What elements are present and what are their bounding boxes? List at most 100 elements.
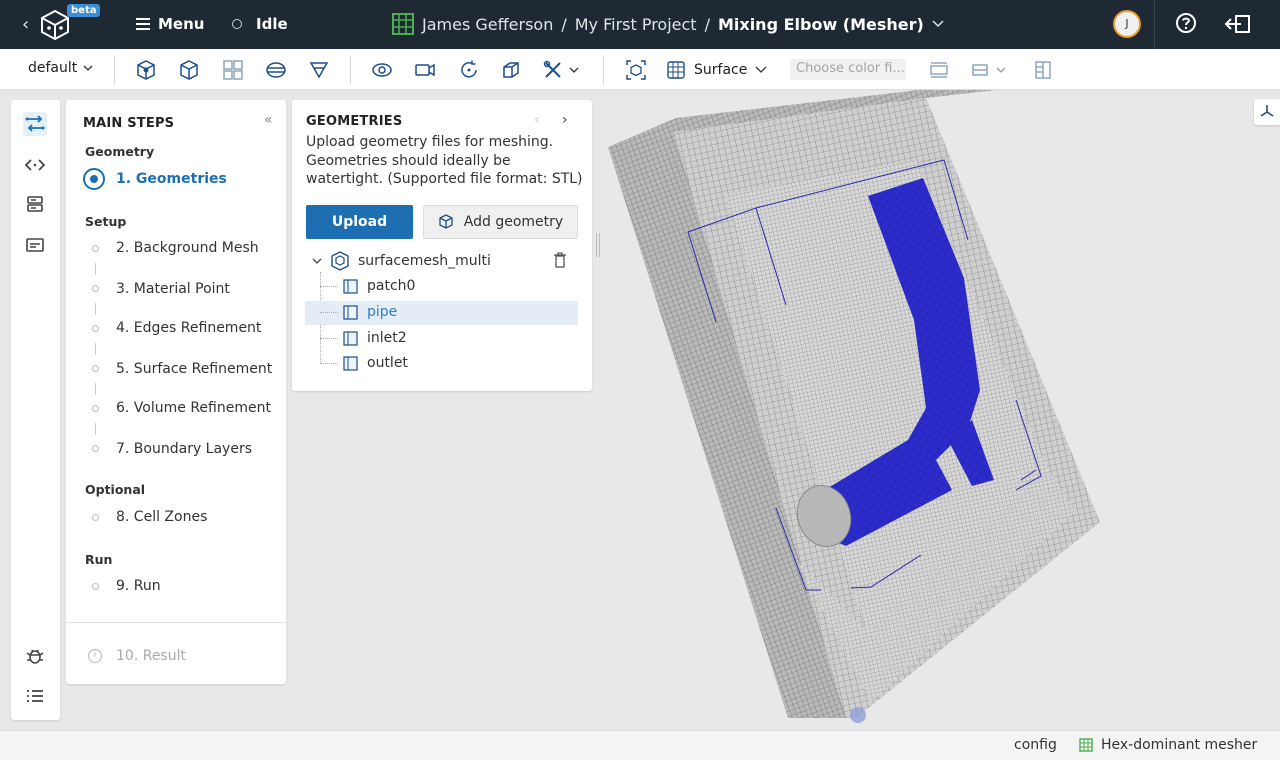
step-boundary-layers[interactable]: 7. Boundary Layers bbox=[116, 441, 252, 457]
chevron-down-icon[interactable] bbox=[568, 59, 580, 81]
tree-dash bbox=[320, 363, 338, 364]
group-label-geometry: Geometry bbox=[85, 144, 155, 159]
step-material-point[interactable]: 3. Material Point bbox=[116, 281, 230, 297]
menu-button[interactable]: Menu bbox=[136, 15, 204, 33]
rail-debug-button[interactable] bbox=[23, 644, 47, 668]
mesh-render bbox=[608, 90, 1100, 723]
view-preset-value: default bbox=[28, 60, 78, 76]
filter-icon[interactable] bbox=[308, 59, 330, 81]
group-label-setup: Setup bbox=[85, 214, 127, 229]
server-icon bbox=[27, 196, 43, 212]
panel-split-icon[interactable] bbox=[1032, 59, 1054, 81]
rail-code-button[interactable] bbox=[23, 153, 47, 177]
step-bullet-icon bbox=[92, 445, 99, 452]
add-geometry-label: Add geometry bbox=[463, 214, 564, 230]
step-bullet-icon bbox=[92, 514, 99, 521]
step-cell-zones[interactable]: 8. Cell Zones bbox=[116, 509, 207, 525]
step-edges-refinement[interactable]: 4. Edges Refinement bbox=[116, 320, 261, 336]
geometry-root-label: surfacemesh_multi bbox=[358, 253, 491, 269]
globe-grid-icon bbox=[667, 61, 685, 79]
step-connector bbox=[95, 263, 96, 275]
code-icon bbox=[25, 159, 45, 171]
render-mode-select[interactable]: Surface bbox=[666, 60, 767, 80]
cube-wire-icon[interactable] bbox=[178, 59, 200, 81]
rotate-icon[interactable] bbox=[458, 59, 480, 81]
box-icon[interactable] bbox=[500, 59, 522, 81]
mesher-type[interactable]: Hex-dominant mesher bbox=[1079, 737, 1257, 753]
hamburger-icon bbox=[136, 18, 150, 30]
step-connector bbox=[95, 383, 96, 395]
top-bar: ‹ beta Menu Idle James Gefferson / My Fi… bbox=[0, 0, 1280, 49]
job-status: Idle bbox=[232, 15, 288, 33]
view-preset-select[interactable]: default bbox=[28, 60, 93, 76]
step-geometries[interactable]: 1. Geometries bbox=[116, 171, 227, 187]
help-icon[interactable] bbox=[1175, 12, 1197, 34]
view-toolbar: default Surface Choose color fi... bbox=[0, 49, 1280, 90]
breadcrumb-job[interactable]: Mixing Elbow (Mesher) bbox=[718, 15, 924, 34]
render-mode-value: Surface bbox=[694, 62, 748, 78]
cube-solid-icon[interactable] bbox=[135, 59, 157, 81]
breadcrumb[interactable]: James Gefferson / My First Project / Mix… bbox=[392, 13, 944, 35]
avatar[interactable]: J bbox=[1113, 10, 1141, 38]
trash-icon[interactable] bbox=[553, 252, 567, 268]
toolbar-divider bbox=[114, 55, 115, 85]
rail-list-button[interactable] bbox=[23, 684, 47, 708]
clip-plane-icon[interactable] bbox=[265, 59, 287, 81]
exit-icon[interactable] bbox=[1224, 13, 1252, 35]
tree-item-pipe[interactable]: pipe bbox=[305, 301, 578, 325]
step-background-mesh[interactable]: 2. Background Mesh bbox=[116, 240, 259, 256]
status-label: Idle bbox=[256, 15, 288, 33]
step-active-radio-icon bbox=[83, 168, 105, 190]
tree-item-label: patch0 bbox=[367, 278, 416, 294]
topbar-divider bbox=[1154, 0, 1155, 49]
chevron-down-icon bbox=[83, 65, 93, 71]
step-surface-refinement[interactable]: 5. Surface Refinement bbox=[116, 361, 272, 377]
scalar-bar-icon[interactable] bbox=[928, 59, 950, 81]
camera-icon[interactable] bbox=[414, 59, 436, 81]
chevron-down-icon[interactable] bbox=[312, 257, 322, 265]
menu-label: Menu bbox=[158, 15, 205, 33]
tree-item-label: inlet2 bbox=[367, 330, 407, 346]
rail-server-button[interactable] bbox=[23, 192, 47, 216]
status-dot-icon bbox=[232, 19, 242, 29]
tree-item-outlet[interactable]: outlet bbox=[305, 352, 578, 376]
step-run[interactable]: 9. Run bbox=[116, 578, 161, 594]
rail-steps-button[interactable] bbox=[23, 112, 47, 136]
geometries-title: GEOMETRIES bbox=[306, 114, 403, 129]
tree-item-patch0[interactable]: patch0 bbox=[305, 275, 578, 299]
tools-icon[interactable] bbox=[542, 59, 564, 81]
step-bullet-icon bbox=[92, 583, 99, 590]
chevron-down-icon[interactable] bbox=[932, 20, 944, 28]
mesher-grid-icon bbox=[392, 13, 414, 35]
patch-file-icon bbox=[343, 331, 358, 346]
back-chevron-icon[interactable]: ‹ bbox=[22, 14, 29, 35]
collapse-panel-icon[interactable]: « bbox=[264, 112, 273, 128]
prev-step-chevron-icon: ‹ bbox=[534, 112, 540, 128]
tree-item-inlet2[interactable]: inlet2 bbox=[305, 327, 578, 351]
upload-button[interactable]: Upload bbox=[306, 205, 413, 239]
breadcrumb-project[interactable]: My First Project bbox=[575, 15, 697, 34]
step-volume-refinement[interactable]: 6. Volume Refinement bbox=[116, 400, 271, 416]
fit-view-icon[interactable] bbox=[625, 59, 647, 81]
breadcrumb-separator: / bbox=[561, 14, 567, 34]
next-step-chevron-icon[interactable]: › bbox=[562, 112, 568, 128]
axes-orientation-button[interactable] bbox=[1254, 99, 1280, 125]
geometry-tree-root[interactable]: surfacemesh_multi bbox=[312, 251, 491, 271]
chevron-down-icon[interactable] bbox=[995, 59, 1007, 81]
3d-viewport[interactable] bbox=[596, 90, 1280, 730]
step-bullet-icon bbox=[92, 245, 99, 252]
config-link[interactable]: config bbox=[1014, 737, 1057, 753]
list-icon bbox=[27, 690, 43, 702]
main-steps-panel: MAIN STEPS « Geometry 1. Geometries Setu… bbox=[66, 100, 286, 684]
breadcrumb-user[interactable]: James Gefferson bbox=[422, 15, 553, 34]
grid-view-icon[interactable] bbox=[222, 59, 244, 81]
rail-terminal-button[interactable] bbox=[23, 233, 47, 257]
left-rail bbox=[11, 100, 60, 720]
add-geometry-button[interactable]: Add geometry bbox=[423, 205, 578, 239]
tree-dash bbox=[320, 338, 338, 339]
chevron-down-icon bbox=[755, 66, 767, 73]
eye-icon[interactable] bbox=[371, 59, 393, 81]
tree-item-label: pipe bbox=[367, 304, 398, 320]
legend-icon[interactable] bbox=[970, 59, 992, 81]
color-field-select[interactable]: Choose color fi... bbox=[790, 59, 906, 80]
